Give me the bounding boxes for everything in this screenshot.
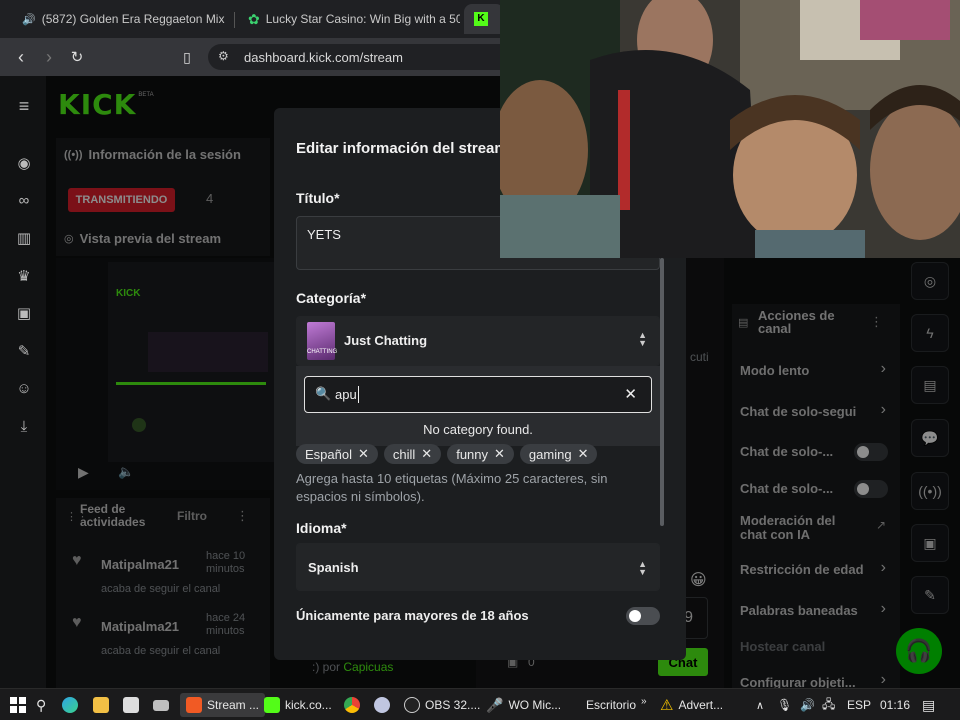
modal-title: Editar información del stream: [296, 140, 508, 157]
trophy-icon[interactable]: ♛: [14, 266, 34, 286]
search-taskbar-icon[interactable]: ⚲: [36, 693, 46, 717]
file-explorer-icon[interactable]: [93, 693, 109, 717]
forward-icon[interactable]: ›: [38, 46, 60, 68]
taskbar-kick[interactable]: kick.co...: [264, 693, 332, 717]
warning-icon: ⚠: [660, 697, 674, 714]
taskbar-obs[interactable]: OBS 32....: [404, 693, 480, 717]
taskbar-label: WO Mic...: [508, 698, 562, 712]
windows-taskbar: ⚲ Stream ... kick.co... OBS 32.... 🎤 WO …: [0, 688, 960, 720]
tab-title: Lucky Star Casino: Win Big with a 500: [265, 12, 460, 26]
remove-tag-icon[interactable]: ✕: [494, 446, 505, 462]
app-icon[interactable]: [374, 693, 390, 717]
language-label: Idioma*: [296, 520, 347, 536]
tag-chip: funny ✕: [447, 444, 514, 464]
search-icon: 🔍: [315, 386, 332, 401]
taskbar-womic[interactable]: 🎤 WO Mic...: [486, 693, 561, 717]
taskbar-desktop[interactable]: Escritorio »: [586, 693, 647, 717]
taskbar-label: Advert...: [678, 698, 724, 712]
tag-chip: Español ✕: [296, 444, 378, 464]
upload-icon[interactable]: ⤓: [14, 416, 34, 436]
remove-tag-icon[interactable]: ✕: [421, 446, 432, 462]
tag-label: Español: [305, 446, 352, 462]
taskbar-label: Stream ...: [207, 698, 260, 712]
tag-label: chill: [392, 446, 416, 462]
tray-network-icon[interactable]: 🖧: [822, 693, 835, 717]
windows-start-icon[interactable]: [10, 693, 26, 717]
tag-chip: gaming ✕: [519, 444, 598, 464]
obs-icon: [404, 697, 420, 713]
clear-icon[interactable]: ✕: [624, 385, 637, 403]
category-value: Just Chatting: [344, 333, 428, 348]
clock[interactable]: 01:16: [880, 693, 910, 717]
kick-favicon-icon: K: [474, 12, 488, 26]
select-arrows-icon: ▲ ▼: [638, 330, 647, 348]
taskbar-label: kick.co...: [285, 698, 332, 712]
store-icon[interactable]: [123, 693, 139, 717]
notifications-icon[interactable]: ▤: [922, 693, 935, 717]
tray-expand-icon[interactable]: ∧: [756, 693, 764, 717]
webcam-image: [500, 0, 960, 258]
link-icon[interactable]: ∞: [14, 190, 34, 210]
taskbar-label: OBS 32....: [425, 698, 481, 712]
tag-chip: chill ✕: [383, 444, 442, 464]
url-field[interactable]: ⚙ dashboard.kick.com/stream: [208, 44, 528, 70]
category-label: Categoría*: [296, 290, 367, 306]
language-value: Spanish: [308, 560, 359, 575]
thumbnail-text: CHATTING: [307, 349, 338, 355]
chrome-icon[interactable]: [344, 693, 360, 717]
category-search-input[interactable]: 🔍 apu ✕: [304, 376, 652, 413]
tab-youtube[interactable]: 🔊 (5872) Golden Era Reggaeton Mix: [6, 4, 232, 34]
tag-label: funny: [456, 446, 489, 462]
category-select[interactable]: CHATTING Just Chatting ▲ ▼: [296, 316, 660, 366]
chevron-right-icon: »: [641, 695, 647, 707]
tags-help-text: Agrega hasta 10 etiquetas (Máximo 25 car…: [296, 471, 608, 504]
chart-icon[interactable]: ▥: [14, 228, 34, 248]
mail-icon[interactable]: [153, 693, 169, 717]
speaker-icon: 🔊: [22, 13, 36, 26]
language-select[interactable]: Spanish ▲ ▼: [296, 543, 660, 591]
tag-label: gaming: [528, 446, 572, 462]
language-indicator[interactable]: ESP: [847, 693, 871, 717]
tray-volume-icon[interactable]: 🔊: [800, 693, 815, 717]
adult-toggle[interactable]: [626, 607, 660, 625]
users-icon[interactable]: ☺: [14, 378, 34, 398]
search-value: apu: [335, 387, 357, 402]
remove-tag-icon[interactable]: ✕: [358, 446, 369, 462]
bookmark-icon[interactable]: ▯: [176, 46, 198, 68]
tab-casino[interactable]: ✿ Lucky Star Casino: Win Big with a 500: [238, 4, 460, 34]
tray-mic-icon[interactable]: 🎙: [777, 693, 792, 717]
taskbar-advert[interactable]: ⚠ Advert...: [660, 693, 723, 717]
title-value: YETS: [307, 227, 341, 242]
tab-kick[interactable]: K: [464, 4, 504, 34]
category-thumbnail: CHATTING: [307, 322, 338, 360]
taskbar-brave[interactable]: Stream ...: [180, 693, 266, 717]
reload-icon[interactable]: ↻: [66, 46, 88, 68]
kick-taskbar-icon: [264, 697, 280, 713]
site-info-icon[interactable]: ⚙: [218, 49, 229, 63]
microphone-icon: 🎤: [486, 696, 504, 713]
text-cursor: [358, 386, 359, 403]
modal-scrollbar[interactable]: [660, 258, 664, 526]
back-icon[interactable]: ‹: [10, 46, 32, 68]
webcam-overlay: [500, 0, 960, 258]
taskbar-label: Escritorio: [586, 698, 637, 712]
edge-icon[interactable]: [62, 693, 78, 717]
menu-icon[interactable]: ≡: [14, 96, 34, 116]
remove-tag-icon[interactable]: ✕: [578, 446, 589, 462]
tags-list: Español ✕ chill ✕ funny ✕ gaming ✕: [296, 444, 660, 464]
tab-title: (5872) Golden Era Reggaeton Mix: [41, 12, 225, 26]
no-results-text: No category found.: [423, 422, 533, 437]
url-text: dashboard.kick.com/stream: [244, 49, 403, 65]
left-navigation: ≡ ◉ ∞ ▥ ♛ ▣ ✎ ☺ ⤓: [0, 76, 46, 688]
title-label: Título*: [296, 190, 340, 206]
video-icon[interactable]: ▣: [14, 303, 34, 323]
wrench-icon[interactable]: ✎: [14, 341, 34, 361]
clover-icon: ✿: [248, 10, 260, 27]
brave-icon: [186, 697, 202, 713]
adult-label: Únicamente para mayores de 18 años: [296, 608, 529, 623]
select-arrows-icon: ▲ ▼: [638, 559, 647, 577]
live-icon[interactable]: ◉: [14, 153, 34, 173]
